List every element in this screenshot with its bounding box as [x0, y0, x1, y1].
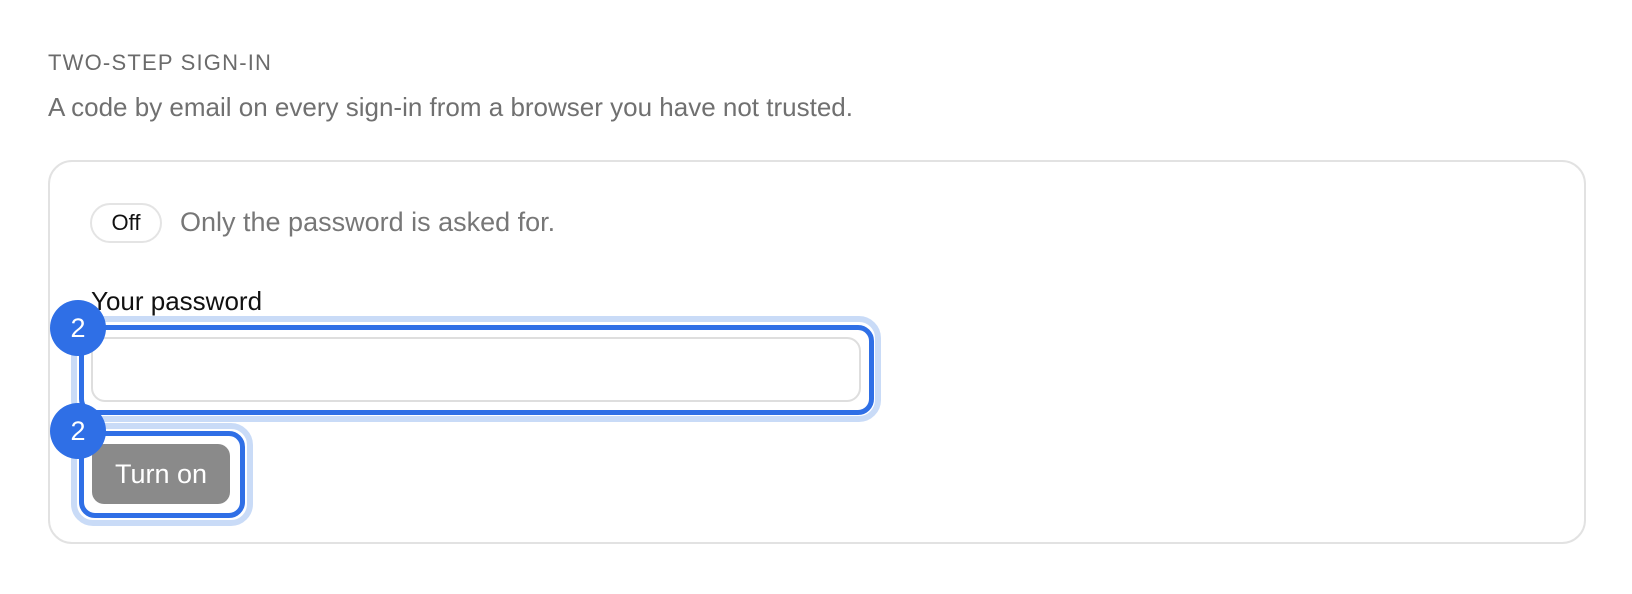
turn-on-button[interactable]: Turn on	[92, 444, 230, 504]
password-input[interactable]	[91, 337, 861, 402]
section-title: TWO-STEP SIGN-IN	[48, 50, 273, 75]
status-text: Only the password is asked for.	[180, 207, 556, 237]
annotation-marker-button: 2	[50, 403, 106, 459]
status-badge: Off	[90, 203, 162, 243]
section-description: A code by email on every sign-in from a …	[48, 92, 853, 122]
two-step-settings-page: TWO-STEP SIGN-IN A code by email on ever…	[0, 0, 1632, 594]
password-label: Your password	[91, 286, 263, 316]
annotation-marker-input: 2	[50, 300, 106, 356]
